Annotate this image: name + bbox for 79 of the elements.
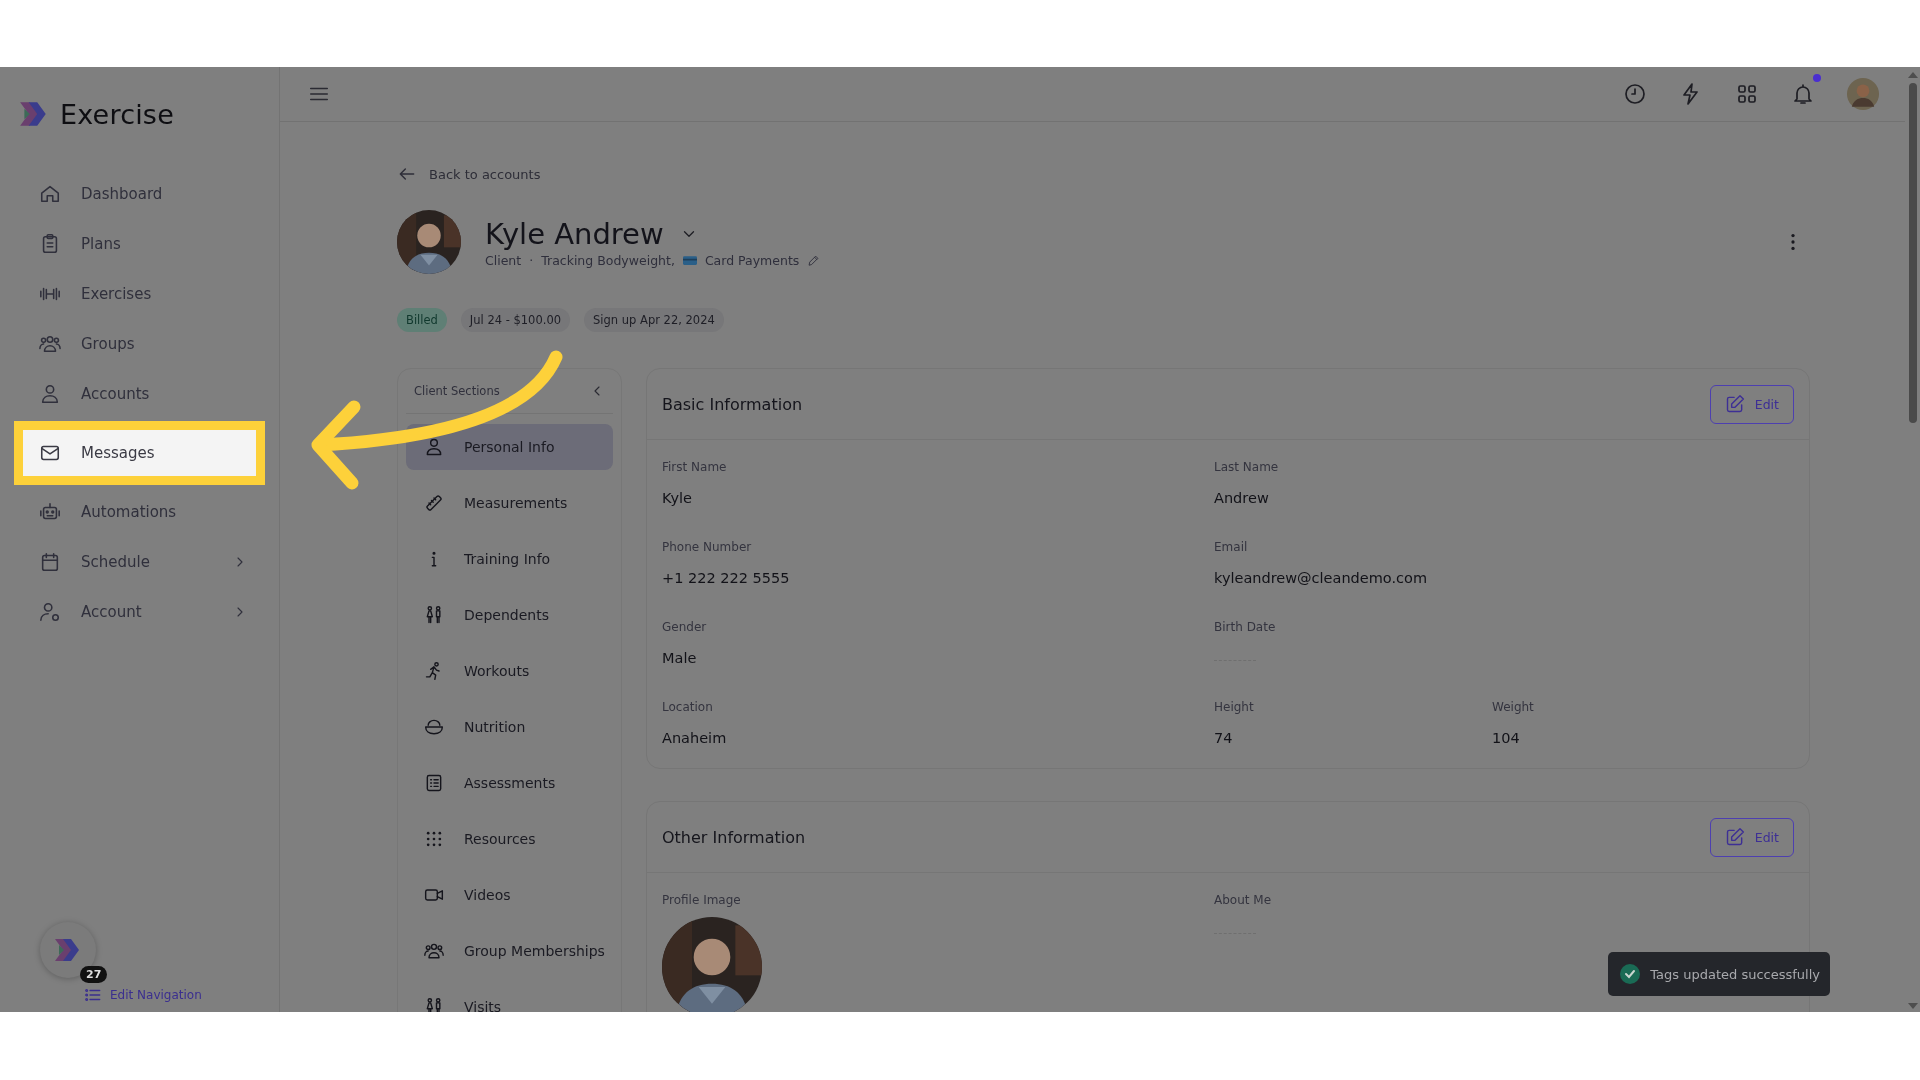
sidebar-item[interactable]: Plans (23, 221, 256, 267)
field-label: Profile Image (662, 893, 742, 907)
pencil-icon[interactable] (807, 253, 821, 267)
people-icon (39, 333, 61, 355)
field-label: Weight (1492, 700, 1535, 714)
section-item[interactable]: Measurements (406, 480, 613, 526)
list-icon (84, 986, 102, 1004)
edit-icon (1724, 827, 1745, 847)
app-name: Exercise (60, 98, 174, 130)
role-label: Client (485, 252, 522, 268)
tag: Jul 24 - $100.00 (460, 308, 571, 332)
field-value: 104 (1492, 730, 1521, 746)
dots-grid-icon (424, 829, 444, 849)
edit-button[interactable]: Edit (1709, 817, 1794, 857)
checklist-icon (424, 773, 444, 793)
home-icon (39, 183, 61, 205)
section-item[interactable]: Personal Info (406, 424, 613, 470)
field-label: Location (662, 700, 714, 714)
field-label: Height (1214, 700, 1255, 714)
sidebar-item[interactable]: Groups (23, 321, 256, 367)
check-circle-icon (1620, 964, 1641, 984)
field-value: Kyle (662, 490, 693, 506)
section-item[interactable]: Videos (406, 872, 613, 918)
card-title: Other Information (662, 827, 806, 847)
user-icon (39, 383, 61, 405)
field-value: +1 222 222 5555 (662, 570, 791, 586)
ruler-icon (424, 493, 444, 513)
field-value: kyleandrew@cleandemo.com (1214, 570, 1429, 586)
field-label: Email (1214, 540, 1249, 554)
field-label: Last Name (1214, 460, 1280, 474)
toast-notification: Tags updated successfully (1608, 952, 1830, 996)
section-item[interactable]: Resources (406, 816, 613, 862)
client-name: Kyle Andrew (485, 216, 664, 251)
credit-card-icon (682, 254, 697, 266)
calendar-icon (39, 551, 61, 573)
field-label: Gender (662, 620, 708, 634)
section-item[interactable]: Training Info (406, 536, 613, 582)
section-item[interactable]: Visits (406, 984, 613, 1012)
people-icon (424, 941, 444, 961)
section-item[interactable]: Group Memberships (406, 928, 613, 974)
payment-label: Card Payments (704, 252, 800, 268)
edit-button[interactable]: Edit (1709, 384, 1794, 424)
apps-grid-icon[interactable] (1735, 82, 1759, 106)
panel-title: Client Sections (414, 384, 500, 398)
field-label: Phone Number (662, 540, 753, 554)
user-avatar[interactable] (1847, 78, 1879, 110)
separator-dot: · (529, 252, 534, 268)
family-icon (424, 605, 444, 625)
field-label: Birth Date (1214, 620, 1277, 634)
field-value: Anaheim (662, 730, 728, 746)
count-badge: 27 (80, 966, 108, 983)
edit-icon (1724, 394, 1745, 414)
user-icon (424, 437, 444, 457)
sidebar-item[interactable]: Account (23, 589, 256, 635)
edit-navigation-link[interactable]: Edit Navigation (84, 986, 202, 1004)
bell-icon[interactable] (1791, 82, 1815, 106)
field-label: About Me (1214, 893, 1273, 907)
tag: Billed (397, 308, 447, 332)
tag-label: Tracking Bodyweight, (541, 252, 675, 268)
field-value: Male (662, 650, 698, 666)
back-link[interactable]: Back to accounts (397, 164, 541, 184)
section-item[interactable]: Dependents (406, 592, 613, 638)
field-value: 74 (1214, 730, 1234, 746)
field-value: Andrew (1214, 490, 1270, 506)
card-title: Basic Information (662, 394, 803, 414)
sidebar-item[interactable]: Messages (23, 430, 256, 476)
field-label: First Name (662, 460, 728, 474)
sidebar-item[interactable]: Schedule (23, 539, 256, 585)
section-item[interactable]: Nutrition (406, 704, 613, 750)
tag: Sign up Apr 22, 2024 (584, 308, 724, 332)
clock-icon[interactable] (1623, 82, 1647, 106)
section-item[interactable]: Assessments (406, 760, 613, 806)
sidebar-item[interactable]: Dashboard (23, 171, 256, 217)
section-item[interactable]: Workouts (406, 648, 613, 694)
sidebar-item[interactable]: Automations (23, 489, 256, 535)
sidebar-item[interactable]: Accounts (23, 371, 256, 417)
family-icon (424, 997, 444, 1012)
sidebar-item[interactable]: Exercises (23, 271, 256, 317)
bowl-icon (424, 717, 444, 737)
